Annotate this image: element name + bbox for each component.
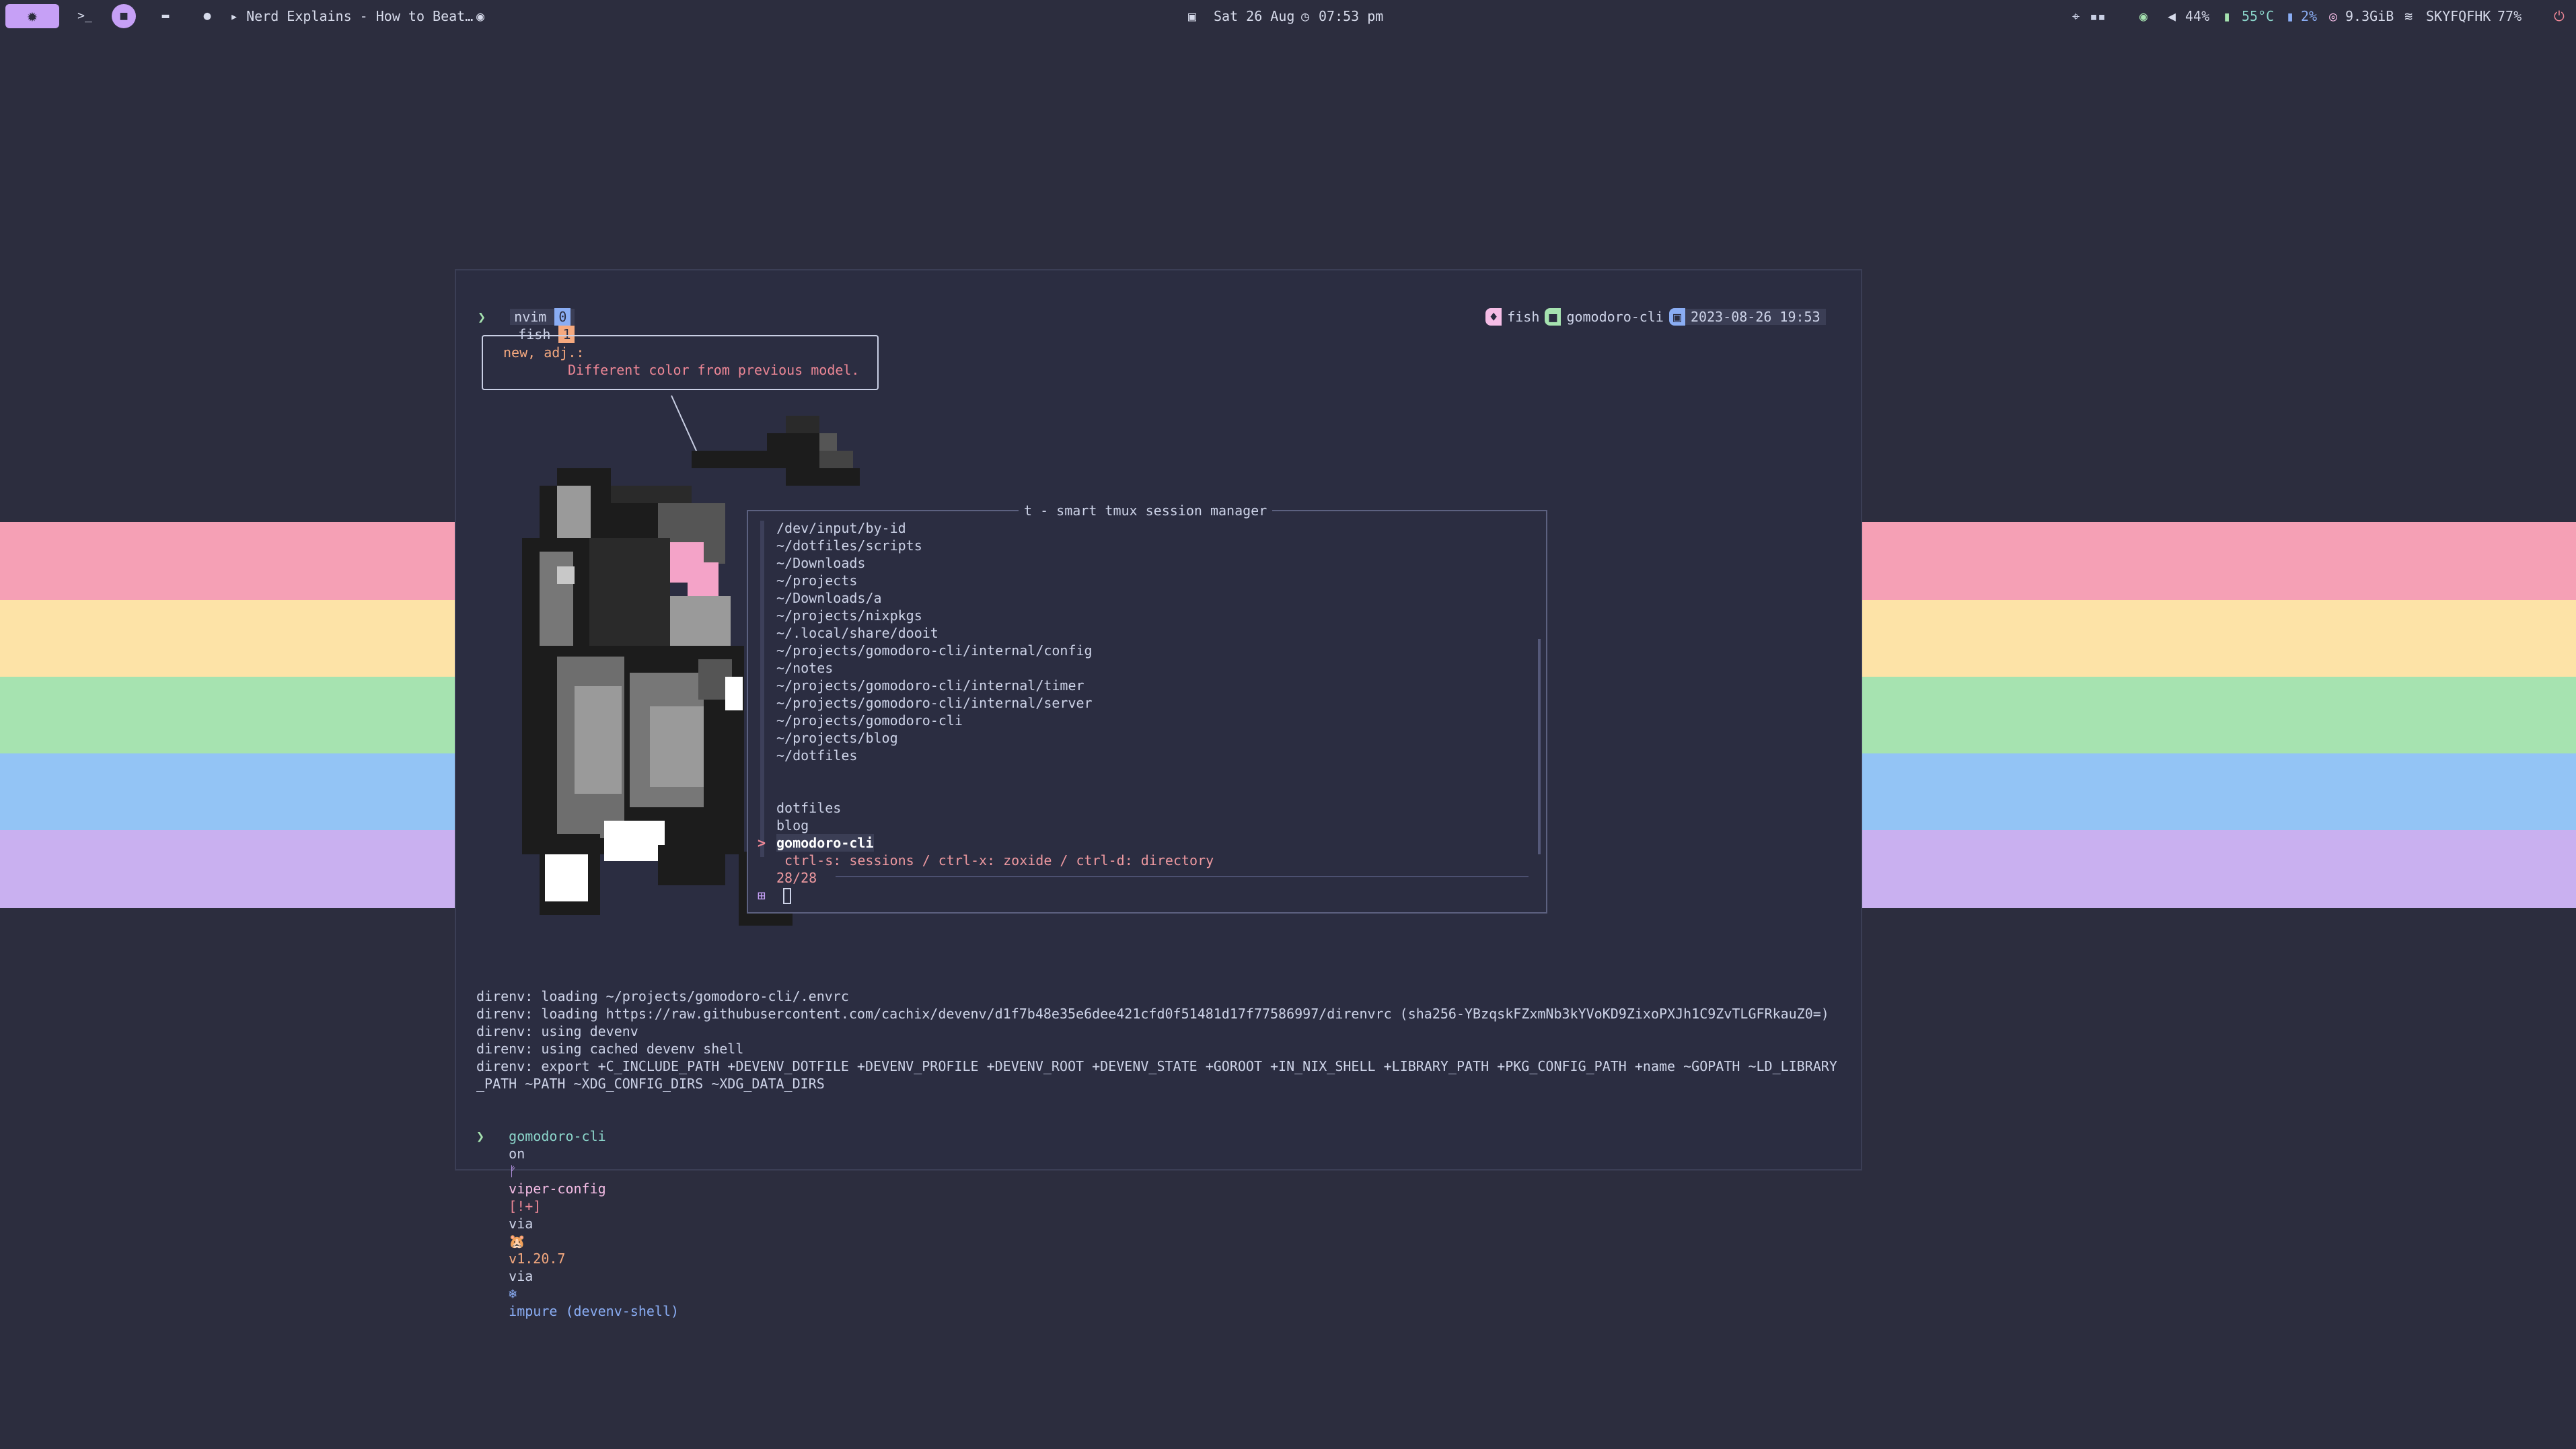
status-shell: fish: [1507, 309, 1540, 325]
power-icon[interactable]: ⏻: [2554, 0, 2565, 32]
directory-item[interactable]: ~/dotfiles: [776, 747, 857, 764]
direnv-output-line: direnv: using devenv: [476, 1023, 638, 1039]
git-branch: viper-config: [509, 1181, 606, 1197]
tmux-window-name: nvim: [514, 309, 547, 325]
query-input-cursor[interactable]: [783, 888, 791, 904]
fortune-line-1: new, adj.:: [503, 344, 585, 361]
workspace-chat[interactable]: ●: [195, 4, 219, 28]
cpu-icon: ▮: [2286, 8, 2295, 24]
wifi-icon: ≋: [2404, 8, 2413, 24]
tmux-status-right: ♦ fish ■ gomodoro-cli ▣ 2023-08-26 19:53: [1453, 291, 1826, 343]
scrollbar[interactable]: [1538, 639, 1541, 854]
directory-item[interactable]: ~/.local/share/dooit: [776, 624, 939, 642]
directory-item[interactable]: ~/Downloads: [776, 554, 865, 572]
gear-icon: ✹: [27, 6, 38, 26]
directory-item[interactable]: ~/projects/nixpkgs: [776, 607, 922, 624]
tmux-window-nvim[interactable]: nvim 0: [510, 308, 575, 326]
prompt-directory: gomodoro-cli: [509, 1128, 606, 1144]
time-label[interactable]: 07:53 pm: [1319, 0, 1383, 32]
calendar-icon: ▣: [1668, 308, 1685, 326]
fortune-bubble: new, adj.: Different color from previous…: [482, 335, 879, 390]
directory-item[interactable]: ~/projects/gomodoro-cli/internal/server: [776, 694, 1093, 712]
tmux-window-index: 0: [554, 308, 571, 326]
prompt-word: via: [509, 1216, 533, 1232]
prompt-word: via: [509, 1268, 533, 1284]
prompt-char: ❯: [478, 309, 486, 325]
status-session: gomodoro-cli: [1566, 309, 1664, 325]
session-item[interactable]: dotfiles: [776, 799, 841, 817]
shell-icon: ♦: [1485, 308, 1502, 326]
battery-label: 77%: [2497, 8, 2522, 24]
play-icon[interactable]: ◉: [476, 0, 484, 32]
session-manager-popup[interactable]: t - smart tmux session manager /dev/inpu…: [747, 502, 1547, 914]
date-label[interactable]: Sat 26 Aug: [1214, 0, 1294, 32]
workspace-terminal[interactable]: >_: [73, 4, 97, 28]
list-gutter: [760, 521, 764, 857]
git-branch-icon: ᚠ: [509, 1163, 517, 1179]
nix-shell-env: impure (devenv-shell): [509, 1303, 679, 1319]
location-icon: ⌖: [2072, 8, 2080, 24]
directory-item[interactable]: ~/projects/gomodoro-cli: [776, 712, 963, 729]
keybind-help: ctrl-s: sessions / ctrl-x: zoxide / ctrl…: [784, 852, 1214, 868]
directory-item[interactable]: /dev/input/by-id: [776, 519, 906, 537]
direnv-output-line: direnv: export +C_INCLUDE_PATH +DEVENV_D…: [476, 1058, 1837, 1074]
workspace-2[interactable]: ■: [112, 4, 136, 28]
session-item[interactable]: blog: [776, 817, 809, 834]
controller-tray-icon: ▪▪: [2090, 8, 2106, 24]
direnv-output-line: direnv: using cached devenv shell: [476, 1041, 744, 1057]
prompt-char[interactable]: ❯: [476, 1127, 484, 1145]
launcher-button[interactable]: ✹: [5, 4, 59, 28]
prompt-word: on: [509, 1146, 525, 1162]
chat-icon: ●: [203, 9, 211, 23]
controller-icon: ▬: [161, 9, 170, 23]
volume-icon: ◀: [2168, 8, 2176, 24]
direnv-output-line: direnv: loading https://raw.githubuserco…: [476, 1006, 1829, 1022]
direnv-output-line: _PATH ~PATH ~XDG_CONFIG_DIRS ~XDG_DATA_D…: [476, 1076, 825, 1092]
go-version: v1.20.7: [509, 1251, 566, 1267]
popup-separator: [836, 876, 1529, 877]
top-bar: ✹ >_ ■ ▬ ● ▸ Nerd Explains - How to Beat…: [0, 0, 2576, 32]
git-status: [!+]: [509, 1198, 542, 1214]
directory-item[interactable]: ~/Downloads/a: [776, 589, 882, 607]
directory-item[interactable]: ~/projects: [776, 572, 857, 589]
memory-label: 9.3GiB: [2345, 8, 2394, 24]
query-icon: ⊞: [758, 887, 766, 903]
directory-item[interactable]: ~/notes: [776, 659, 833, 677]
fortune-line-2: Different color from previous model.: [568, 362, 860, 378]
session-item-selected[interactable]: gomodoro-cli: [776, 834, 874, 852]
volume-level[interactable]: 44%: [2185, 0, 2209, 32]
popup-title: t - smart tmux session manager: [1019, 502, 1273, 519]
go-gopher-icon: 🐹: [509, 1233, 526, 1249]
terminal-icon: >_: [77, 9, 92, 23]
directory-item[interactable]: ~/projects/blog: [776, 729, 898, 747]
direnv-output-line: direnv: loading ~/projects/gomodoro-cli/…: [476, 988, 849, 1004]
starship-prompt: gomodoro-cli on ᚠ viper-config [!+] via …: [476, 1110, 679, 1337]
thermometer-icon: ▮: [2223, 8, 2232, 24]
nix-icon: ❄: [509, 1286, 517, 1302]
workspace-icon: ■: [120, 9, 128, 23]
match-count: 28/28: [776, 869, 824, 887]
workspace-3[interactable]: ▬: [153, 4, 178, 28]
selection-marker: >: [758, 835, 766, 851]
calendar-icon: ▣: [1188, 8, 1197, 24]
directory-item[interactable]: ~/projects/gomodoro-cli/internal/timer: [776, 677, 1084, 694]
eye-icon: ◉: [2139, 8, 2148, 24]
memory-icon: ◎: [2329, 8, 2338, 24]
directory-item[interactable]: ~/dotfiles/scripts: [776, 537, 922, 554]
session-icon: ■: [1545, 308, 1561, 326]
cpu-label: 2%: [2301, 8, 2318, 24]
clock-icon: ◷: [1301, 8, 1310, 24]
wifi-label[interactable]: SKYFQFHK: [2426, 0, 2491, 32]
directory-item[interactable]: ~/projects/gomodoro-cli/internal/config: [776, 642, 1093, 659]
temperature-label: 55°C: [2242, 8, 2275, 24]
media-title[interactable]: ▸ Nerd Explains - How to Beat…: [230, 0, 473, 32]
status-datetime: 2023-08-26 19:53: [1685, 309, 1826, 325]
